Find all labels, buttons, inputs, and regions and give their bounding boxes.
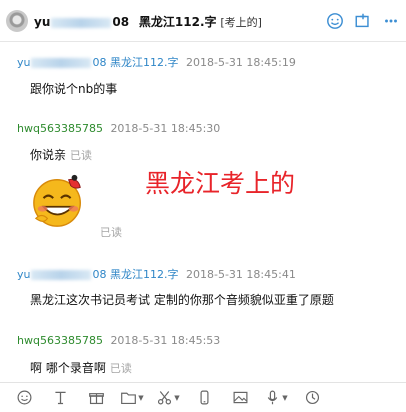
message-meta: hwq563385785 2018-5-31 18:45:53 [17,334,220,347]
message-meta: hwq563385785 2018-5-31 18:45:30 [17,122,220,135]
sender-name[interactable]: hwq563385785 [17,122,103,135]
mic-icon[interactable]: ▼ [262,387,290,409]
message-meta: yu 08 黑龙江112.字 2018-5-31 18:45:19 [17,54,296,70]
read-receipt: 已读 [100,226,122,239]
phone-icon[interactable] [190,387,218,409]
overlay-caption: 黑龙江考上的 [145,169,296,198]
chat-title: yu 08 黑龙江112.字 [考上的] [34,13,262,30]
redacted-name [51,17,112,28]
sender-prefix[interactable]: yu [17,56,30,69]
message-meta: yu 08 黑龙江112.字 2018-5-31 18:45:41 [17,266,296,282]
scissors-icon[interactable]: ▼ [154,387,182,409]
message-text: 啊 哪个录音啊 [30,361,106,375]
group-avatar[interactable] [6,10,28,32]
message-time: 2018-5-31 18:45:30 [110,122,221,135]
sender-suffix[interactable]: 08 黑龙江112.字 [92,268,178,281]
redacted-name [31,58,92,68]
chevron-down-icon[interactable]: ▼ [138,394,143,402]
chevron-down-icon[interactable]: ▼ [282,394,287,402]
read-receipt: 已读 [109,362,132,375]
font-icon[interactable] [46,387,74,409]
input-toolbar: ▼ ▼ ▼ [0,382,406,412]
screenshot-icon[interactable] [352,10,374,32]
message-body: 啊 哪个录音啊 已读 [30,359,132,376]
group-name: 黑龙江112.字 [138,15,217,29]
image-icon[interactable] [226,387,254,409]
group-tag: [考上的] [220,16,262,29]
folder-icon[interactable]: ▼ [118,387,146,409]
sender-suffix[interactable]: 08 黑龙江112.字 [92,56,178,69]
chevron-down-icon[interactable]: ▼ [174,394,179,402]
sender-name[interactable]: hwq563385785 [17,334,103,347]
redacted-name [31,270,92,280]
chat-header: yu 08 黑龙江112.字 [考上的] [0,0,406,42]
message-body: 你说亲 已读 [30,146,92,163]
message-text: 跟你说个nb的事 [30,82,118,96]
title-name-suffix: 08 [112,15,130,29]
emoji-icon[interactable] [324,10,346,32]
more-icon[interactable] [380,10,402,32]
gift-icon[interactable] [82,387,110,409]
message-time: 2018-5-31 18:45:53 [110,334,221,347]
sender-prefix[interactable]: yu [17,268,30,281]
header-actions [324,10,402,32]
grinning-face-sticker[interactable] [30,172,88,230]
message-text: 黑龙江这次书记员考试 定制的你那个音频貌似亚重了原题 [30,293,334,307]
title-name-prefix: yu [34,15,51,29]
read-receipt: 已读 [70,149,93,162]
message-text: 你说亲 [30,148,67,162]
emoji-icon[interactable] [10,387,38,409]
message-time: 2018-5-31 18:45:19 [185,56,296,69]
message-time: 2018-5-31 18:45:41 [185,268,296,281]
message-list[interactable]: yu 08 黑龙江112.字 2018-5-31 18:45:19 跟你说个nb的… [0,42,406,382]
history-icon[interactable] [298,387,326,409]
